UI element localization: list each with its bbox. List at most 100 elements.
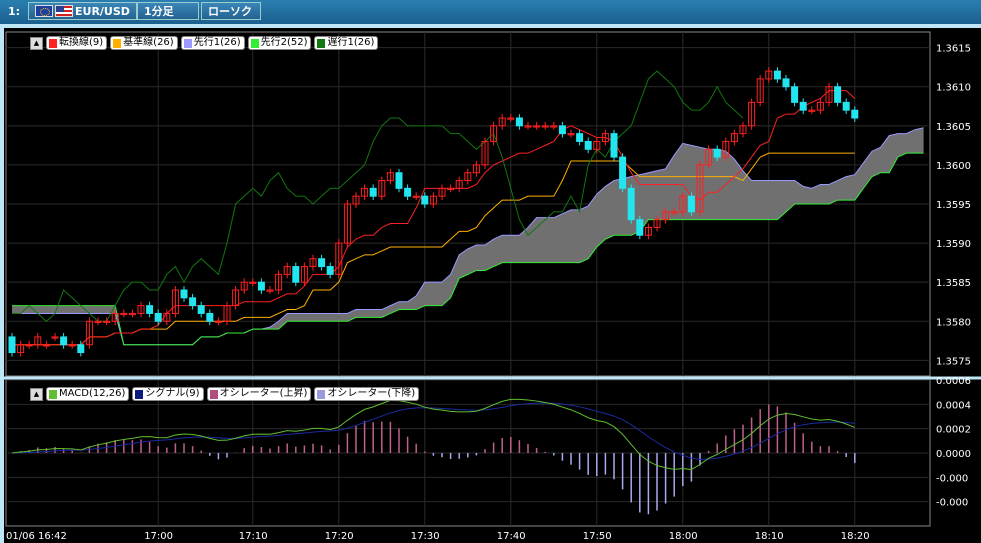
main-y-tick: 1.3605 — [936, 122, 971, 133]
sub-y-tick: -0.000 — [936, 498, 968, 509]
main-legend-item[interactable]: 先行2(52) — [247, 36, 312, 50]
legend-label: オシレーター(上昇) — [219, 388, 308, 399]
sub-legend-item[interactable]: オシレーター(上昇) — [206, 387, 312, 401]
candle-body — [515, 117, 523, 127]
x-tick: 17:50 — [583, 531, 612, 542]
sub-y-tick: 0.0000 — [936, 449, 971, 460]
legend-swatch — [250, 38, 259, 48]
candle-body — [558, 125, 566, 135]
legend-swatch — [317, 389, 326, 399]
sub-legend-item[interactable]: MACD(12,26) — [46, 387, 130, 401]
candle-body — [610, 133, 618, 158]
main-y-tick: 1.3575 — [936, 356, 971, 367]
main-legend-item[interactable]: 基準線(26) — [110, 36, 178, 50]
candle-body — [619, 156, 627, 189]
x-tick: 17:40 — [497, 531, 526, 542]
candle-body — [791, 86, 799, 103]
sub-legend-item[interactable]: オシレーター(下降) — [314, 387, 420, 401]
us-flag-icon — [55, 5, 73, 17]
legend-swatch — [209, 389, 218, 399]
x-tick: 17:20 — [325, 531, 354, 542]
sub-y-tick: 0.0006 — [936, 376, 971, 387]
x-tick: 18:10 — [755, 531, 784, 542]
candle-body — [318, 258, 326, 268]
candle-body — [713, 148, 721, 158]
main-y-tick: 1.3585 — [936, 278, 971, 289]
x-tick: 18:20 — [841, 531, 870, 542]
eu-flag-icon — [35, 5, 53, 17]
candle-body — [687, 195, 695, 213]
main-y-tick: 1.3590 — [936, 239, 971, 250]
main-y-tick: 1.3615 — [936, 44, 971, 55]
candle-body — [782, 78, 790, 88]
main-legend: ▲ 転換線(9) 基準線(26) 先行1(26) 先行2(52) 遅行1(26) — [30, 36, 379, 50]
candle-body — [197, 305, 205, 314]
candle-body — [369, 187, 377, 197]
x-tick: 17:00 — [144, 531, 173, 542]
legend-label: オシレーター(下降) — [327, 388, 416, 399]
candle-body — [189, 297, 197, 307]
legend-swatch — [49, 38, 57, 48]
candle-body — [292, 266, 300, 283]
sub-y-tick: -0.000 — [936, 473, 968, 484]
main-legend-item[interactable]: 先行1(26) — [180, 36, 245, 50]
macd-line — [11, 398, 855, 471]
candle-body — [636, 219, 644, 236]
symbol-label: EUR/USD — [75, 5, 130, 18]
main-y-tick: 1.3600 — [936, 161, 971, 172]
chart-style-label: ローソク — [208, 5, 252, 18]
candle-body — [576, 133, 584, 142]
legend-label: シグナル(9) — [145, 388, 200, 399]
sub-legend-items: MACD(12,26) シグナル(9) オシレーター(上昇) オシレーター(下降) — [46, 387, 420, 401]
window-toolbar: 1: EUR/USD 1分足 ローソク — [0, 0, 981, 24]
candle-body — [842, 101, 850, 111]
candle-body — [799, 101, 807, 111]
sub-legend: ▲ MACD(12,26) シグナル(9) オシレーター(上昇) オシレーター(下降) — [30, 387, 420, 401]
candle-body — [421, 195, 429, 205]
chart-style-selector[interactable]: ローソク — [201, 2, 261, 20]
macd-signal-line — [11, 402, 855, 460]
main-legend-item[interactable]: 遅行1(26) — [314, 36, 379, 50]
main-legend-item[interactable]: 転換線(9) — [46, 36, 108, 50]
chart-index: 1: — [8, 5, 21, 18]
x-tick: 17:10 — [239, 531, 268, 542]
collapse-main-button[interactable]: ▲ — [30, 36, 43, 50]
sub-y-tick: 0.0002 — [936, 425, 971, 436]
legend-swatch — [135, 389, 144, 399]
candle-body — [180, 289, 188, 299]
x-tick: 01/06 16:42 — [6, 531, 67, 542]
candle-body — [8, 336, 16, 354]
legend-swatch — [49, 389, 57, 399]
sub-legend-item[interactable]: シグナル(9) — [132, 387, 204, 401]
main-y-tick: 1.3595 — [936, 200, 971, 211]
legend-label: 基準線(26) — [123, 37, 174, 48]
chart-frame: 1.3615 1.3610 1.3605 1.3600 1.3595 1.3590 1.35… — [4, 28, 981, 543]
timeframe-selector[interactable]: 1分足 — [137, 2, 199, 20]
symbol-selector[interactable]: EUR/USD — [28, 2, 137, 20]
collapse-sub-button[interactable]: ▲ — [30, 387, 43, 401]
timeframe-label: 1分足 — [144, 5, 174, 18]
candle-body — [834, 86, 842, 103]
legend-label: 遅行1(26) — [327, 37, 375, 48]
x-tick: 17:30 — [411, 531, 440, 542]
legend-label: 転換線(9) — [59, 37, 104, 48]
legend-swatch — [183, 38, 192, 48]
candle-body — [77, 344, 85, 354]
candle-body — [395, 172, 403, 189]
candle-body — [257, 281, 265, 291]
candle-body — [146, 305, 154, 314]
legend-label: 先行2(52) — [260, 37, 308, 48]
candle-body — [206, 312, 214, 322]
chart-canvas[interactable]: 1.3615 1.3610 1.3605 1.3600 1.3595 1.3590 1.35… — [4, 28, 981, 543]
candle-body — [404, 187, 412, 197]
legend-swatch — [317, 38, 326, 48]
candle-body — [773, 70, 781, 80]
main-y-tick: 1.3610 — [936, 83, 971, 94]
sub-y-tick: 0.0004 — [936, 400, 971, 411]
candle-body — [154, 312, 162, 322]
candle-body — [584, 140, 592, 150]
legend-label: MACD(12,26) — [59, 388, 126, 399]
main-y-tick: 1.3580 — [936, 317, 971, 328]
legend-label: 先行1(26) — [193, 37, 241, 48]
candle-body — [326, 266, 334, 275]
